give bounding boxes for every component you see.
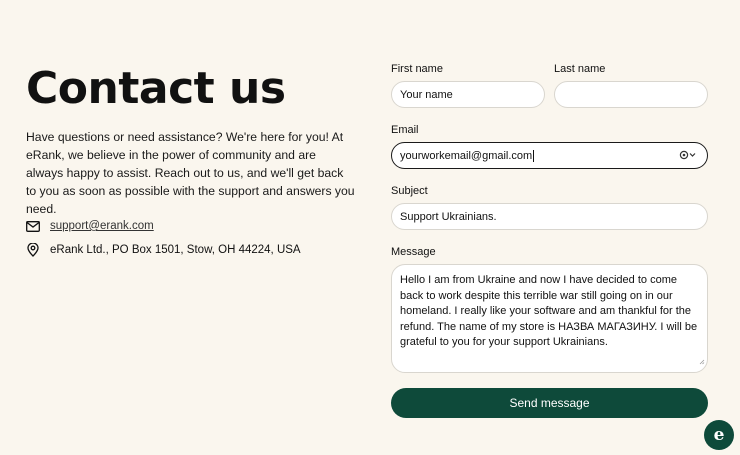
mail-icon [26, 219, 40, 233]
location-pin-icon [26, 243, 40, 257]
support-email-link[interactable]: support@erank.com [50, 220, 154, 232]
subject-value: Support Ukrainians. [400, 210, 497, 223]
last-name-label: Last name [554, 63, 606, 75]
first-name-label: First name [391, 63, 443, 75]
send-message-button[interactable]: Send message [391, 388, 708, 418]
chat-glyph: e [713, 425, 725, 445]
resize-handle-icon[interactable] [699, 355, 705, 371]
intro-section: Contact us Have questions or need assist… [26, 62, 356, 218]
last-name-input[interactable] [554, 81, 708, 108]
subject-input[interactable]: Support Ukrainians. [391, 203, 708, 230]
address-text: eRank Ltd., PO Box 1501, Stow, OH 44224,… [50, 244, 301, 256]
email-label: Email [391, 124, 419, 136]
email-input[interactable]: yourworkemail@gmail.com [391, 142, 708, 169]
contact-address-row: eRank Ltd., PO Box 1501, Stow, OH 44224,… [26, 243, 301, 257]
first-name-input[interactable]: Your name [391, 81, 545, 108]
first-name-value: Your name [400, 88, 453, 101]
subject-label: Subject [391, 185, 428, 197]
text-caret [533, 149, 535, 162]
intro-text: Have questions or need assistance? We're… [26, 130, 355, 216]
email-value: yourworkemail@gmail.com [400, 149, 533, 162]
erank-chat-icon[interactable]: e [704, 420, 734, 450]
message-textarea[interactable]: Hello I am from Ukraine and now I have d… [391, 264, 708, 373]
autofill-key-icon[interactable] [679, 150, 697, 160]
contact-email-row: support@erank.com [26, 219, 154, 233]
message-label: Message [391, 246, 436, 258]
page-title: Contact us [26, 63, 286, 114]
message-value: Hello I am from Ukraine and now I have d… [400, 274, 698, 348]
